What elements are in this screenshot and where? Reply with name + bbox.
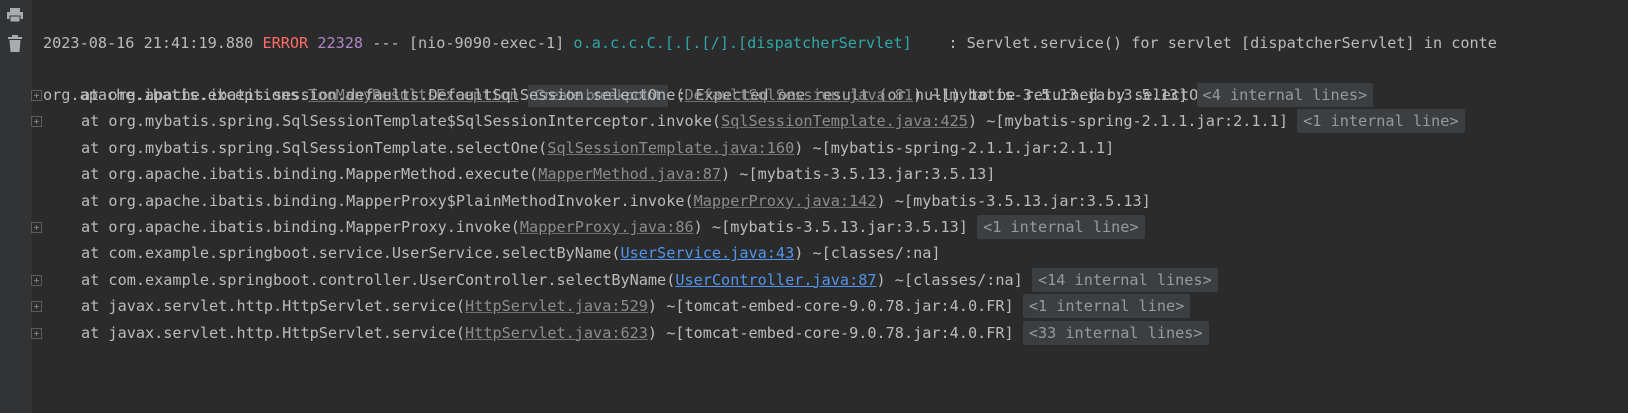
trash-icon <box>8 35 22 52</box>
source-file-link[interactable]: DefaultSqlSession.java:81 <box>684 86 913 104</box>
stack-frame-method: at com.example.springboot.service.UserSe… <box>81 244 621 263</box>
stack-frame-method: at org.apache.ibatis.binding.MapperProxy… <box>81 218 520 236</box>
log-line: 2023-08-16 21:41:19.880 ERROR 22328 --- … <box>31 3 1497 52</box>
stack-frame-method: at org.mybatis.spring.SqlSessionTemplate… <box>81 112 722 131</box>
console-toolbar <box>0 0 32 413</box>
fold-expand-icon[interactable] <box>31 116 42 128</box>
console-output[interactable]: 2023-08-16 21:41:19.880 ERROR 22328 --- … <box>31 0 1628 413</box>
stack-frame-jar: ) ~[mybatis-3.5.13.jar:3.5.13] <box>913 86 1188 104</box>
source-file-link[interactable]: HttpServlet.java:529 <box>465 297 648 315</box>
stack-frame-method: at com.example.springboot.controller.Use… <box>81 270 676 289</box>
fold-expand-icon[interactable] <box>31 90 42 101</box>
fold-expand-icon[interactable] <box>31 327 42 339</box>
source-file-link[interactable]: HttpServlet.java:623 <box>465 324 648 342</box>
internal-lines-badge[interactable]: <1 internal line> <box>1297 109 1465 134</box>
source-file-link[interactable]: UserController.java:87 <box>675 271 876 289</box>
stack-frame-jar: ) ~[tomcat-embed-core-9.0.78.jar:4.0.FR] <box>647 297 1014 316</box>
stack-frame-jar: ) ~[mybatis-3.5.13.jar:3.5.13] <box>693 218 968 236</box>
source-file-link[interactable]: MapperProxy.java:86 <box>520 218 694 236</box>
print-button[interactable] <box>4 4 26 26</box>
log-logger: o.a.c.c.C.[.[.[/].[dispatcherServlet] <box>573 34 912 52</box>
fold-expand-icon[interactable] <box>31 274 42 286</box>
internal-lines-badge[interactable]: <33 internal lines> <box>1022 320 1209 345</box>
stack-frame-method: at org.mybatis.spring.SqlSessionTemplate… <box>81 138 548 157</box>
internal-lines-badge[interactable]: <4 internal lines> <box>1196 83 1374 107</box>
source-file-link[interactable]: MapperMethod.java:87 <box>538 165 721 183</box>
stack-frame-method: at org.apache.ibatis.session.defaults.De… <box>81 86 685 104</box>
stack-frame-jar: ) ~[tomcat-embed-core-9.0.78.jar:4.0.FR] <box>647 323 1014 342</box>
log-separator: --- <box>372 34 400 52</box>
source-file-link[interactable]: SqlSessionTemplate.java:160 <box>547 139 794 157</box>
internal-lines-badge[interactable]: <14 internal lines> <box>1031 267 1218 292</box>
fold-expand-icon[interactable] <box>31 222 42 233</box>
fold-expand-icon[interactable] <box>31 301 42 313</box>
log-pid: 22328 <box>317 34 364 52</box>
stack-frame-jar: ) ~[classes/:na] <box>794 244 941 263</box>
printer-icon <box>7 8 23 23</box>
stack-frame-jar: ) ~[mybatis-spring-2.1.1.jar:2.1.1] <box>794 138 1115 157</box>
stack-frame-method: at javax.servlet.http.HttpServlet.servic… <box>81 323 466 342</box>
exception-line: org.apache.ibatis.exceptions.TooManyResu… <box>31 55 1363 107</box>
stack-frame-jar: ) ~[mybatis-3.5.13.jar:3.5.13] <box>876 191 1151 210</box>
log-timestamp: 2023-08-16 21:41:19.880 <box>43 34 254 52</box>
internal-lines-badge[interactable]: <1 internal line> <box>1022 294 1191 319</box>
log-thread: [nio-9090-exec-1] <box>408 34 565 52</box>
stack-frame-jar: ) ~[mybatis-3.5.13.jar:3.5.13] <box>721 165 996 184</box>
stack-frame-method: at javax.servlet.http.HttpServlet.servic… <box>81 297 466 316</box>
log-level: ERROR <box>262 34 309 52</box>
stack-frame-method: at org.apache.ibatis.binding.MapperMetho… <box>81 165 539 184</box>
source-file-link[interactable]: SqlSessionTemplate.java:425 <box>721 112 968 130</box>
source-file-link[interactable]: UserService.java:43 <box>620 244 794 262</box>
stack-frame-method: at org.apache.ibatis.binding.MapperProxy… <box>81 191 694 210</box>
stack-frame-jar: ) ~[mybatis-spring-2.1.1.jar:2.1.1] <box>967 112 1288 131</box>
stack-frame-jar: ) ~[classes/:na] <box>876 270 1023 289</box>
clear-all-button[interactable] <box>4 33 26 55</box>
internal-lines-badge[interactable]: <1 internal line> <box>977 215 1145 239</box>
source-file-link[interactable]: MapperProxy.java:142 <box>694 192 877 210</box>
log-message: : Servlet.service() for servlet [dispatc… <box>948 34 1497 52</box>
